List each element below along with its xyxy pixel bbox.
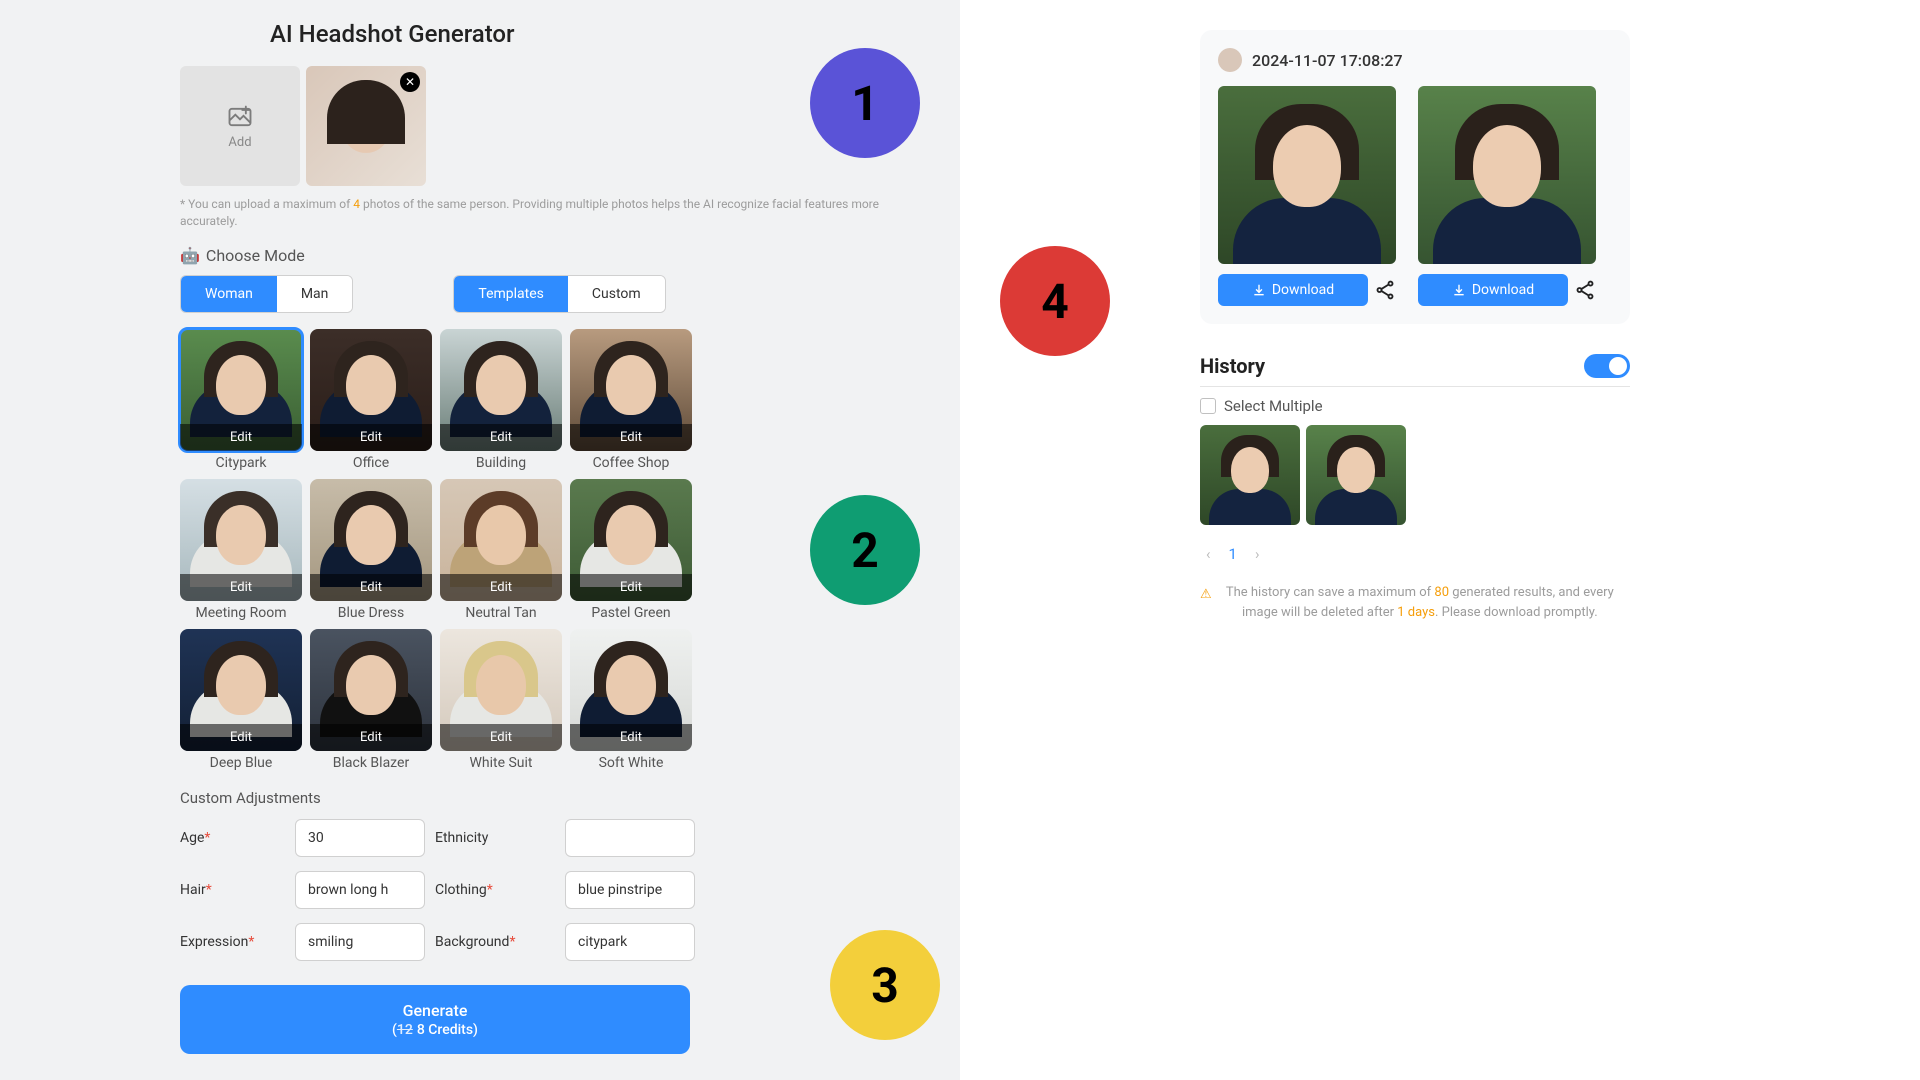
template-thumb[interactable]: Edit: [570, 329, 692, 451]
template-edit-button[interactable]: Edit: [310, 574, 432, 601]
template-edit-button[interactable]: Edit: [180, 574, 302, 601]
step-badge-2: 2: [810, 495, 920, 605]
man-button[interactable]: Man: [277, 276, 353, 312]
background-input[interactable]: [565, 923, 695, 961]
age-input[interactable]: [295, 819, 425, 857]
template-edit-button[interactable]: Edit: [570, 424, 692, 451]
download-icon: [1452, 283, 1466, 297]
templates-grid: Edit Citypark Edit Office Edit Building …: [180, 329, 900, 771]
hair-input[interactable]: [295, 871, 425, 909]
template-name: Pastel Green: [591, 605, 670, 621]
template-edit-button[interactable]: Edit: [180, 424, 302, 451]
upload-row: Add ✕: [180, 66, 900, 186]
template-thumb[interactable]: Edit: [570, 479, 692, 601]
generate-button[interactable]: Generate (128 Credits): [180, 985, 690, 1054]
template-name: Building: [476, 455, 526, 471]
share-icon[interactable]: [1574, 279, 1596, 301]
step-badge-4: 4: [1000, 246, 1110, 356]
template-thumb[interactable]: Edit: [180, 329, 302, 451]
template-edit-button[interactable]: Edit: [180, 724, 302, 751]
template-name: Black Blazer: [333, 755, 409, 771]
history-thumbnail[interactable]: [1306, 425, 1406, 525]
gender-toggle: Woman Man: [180, 275, 353, 313]
template-edit-button[interactable]: Edit: [570, 724, 692, 751]
step-badge-3: 3: [830, 930, 940, 1040]
template-edit-button[interactable]: Edit: [310, 724, 432, 751]
add-photo-button[interactable]: Add: [180, 66, 300, 186]
history-note: ⚠ The history can save a maximum of 80 g…: [1200, 583, 1620, 622]
select-multiple-checkbox[interactable]: [1200, 398, 1216, 414]
result-image[interactable]: [1218, 86, 1396, 264]
result-card: 2024-11-07 17:08:27 Download D: [1200, 30, 1630, 324]
template-name: White Suit: [469, 755, 532, 771]
hair-label: Hair*: [180, 882, 285, 898]
ethnicity-label: Ethnicity: [435, 830, 555, 846]
expression-label: Expression*: [180, 934, 285, 950]
template-name: Soft White: [599, 755, 664, 771]
template-edit-button[interactable]: Edit: [440, 724, 562, 751]
warning-icon: ⚠: [1200, 585, 1212, 622]
template-name: Meeting Room: [196, 605, 287, 621]
template-thumb[interactable]: Edit: [310, 629, 432, 751]
select-multiple-row: Select Multiple: [1200, 397, 1840, 415]
background-label: Background*: [435, 934, 555, 950]
pagination: ‹ 1 ›: [1206, 545, 1840, 563]
choose-mode-label: 🤖 Choose Mode: [180, 246, 900, 265]
history-thumbnail[interactable]: [1200, 425, 1300, 525]
custom-adjustments-title: Custom Adjustments: [180, 789, 900, 807]
uploaded-photo[interactable]: ✕: [306, 66, 426, 186]
clothing-input[interactable]: [565, 871, 695, 909]
woman-button[interactable]: Woman: [181, 276, 277, 312]
robot-icon: 🤖: [180, 246, 200, 265]
result-timestamp: 2024-11-07 17:08:27: [1252, 51, 1403, 70]
template-thumb[interactable]: Edit: [180, 629, 302, 751]
template-name: Office: [353, 455, 389, 471]
step-badge-1: 1: [810, 48, 920, 158]
template-thumb[interactable]: Edit: [570, 629, 692, 751]
template-name: Blue Dress: [338, 605, 404, 621]
download-button[interactable]: Download: [1418, 274, 1568, 306]
page-number[interactable]: 1: [1229, 545, 1237, 563]
template-name: Deep Blue: [210, 755, 273, 771]
page-title: AI Headshot Generator: [270, 20, 900, 48]
template-thumb[interactable]: Edit: [310, 479, 432, 601]
template-thumb[interactable]: Edit: [310, 329, 432, 451]
template-name: Coffee Shop: [593, 455, 670, 471]
clothing-label: Clothing*: [435, 882, 555, 898]
custom-button[interactable]: Custom: [568, 276, 665, 312]
template-thumb[interactable]: Edit: [440, 479, 562, 601]
add-label: Add: [228, 135, 251, 150]
template-edit-button[interactable]: Edit: [440, 424, 562, 451]
history-title: History: [1200, 354, 1265, 378]
ethnicity-input[interactable]: [565, 819, 695, 857]
template-edit-button[interactable]: Edit: [570, 574, 692, 601]
template-edit-button[interactable]: Edit: [440, 574, 562, 601]
share-icon[interactable]: [1374, 279, 1396, 301]
download-icon: [1252, 283, 1266, 297]
remove-photo-button[interactable]: ✕: [400, 72, 420, 92]
upload-note: * You can upload a maximum of 4 photos o…: [180, 196, 900, 230]
template-name: Neutral Tan: [465, 605, 536, 621]
template-thumb[interactable]: Edit: [440, 629, 562, 751]
template-thumb[interactable]: Edit: [180, 479, 302, 601]
next-page-icon[interactable]: ›: [1255, 545, 1260, 563]
result-image[interactable]: [1418, 86, 1596, 264]
select-multiple-label: Select Multiple: [1224, 397, 1323, 415]
download-button[interactable]: Download: [1218, 274, 1368, 306]
style-toggle: Templates Custom: [453, 275, 665, 313]
add-image-icon: [226, 103, 254, 131]
history-toggle[interactable]: [1584, 354, 1630, 378]
template-thumb[interactable]: Edit: [440, 329, 562, 451]
prev-page-icon[interactable]: ‹: [1206, 545, 1211, 563]
template-edit-button[interactable]: Edit: [310, 424, 432, 451]
avatar: [1218, 48, 1242, 72]
age-label: Age*: [180, 830, 285, 846]
template-name: Citypark: [215, 455, 266, 471]
expression-input[interactable]: [295, 923, 425, 961]
templates-button[interactable]: Templates: [454, 276, 568, 312]
